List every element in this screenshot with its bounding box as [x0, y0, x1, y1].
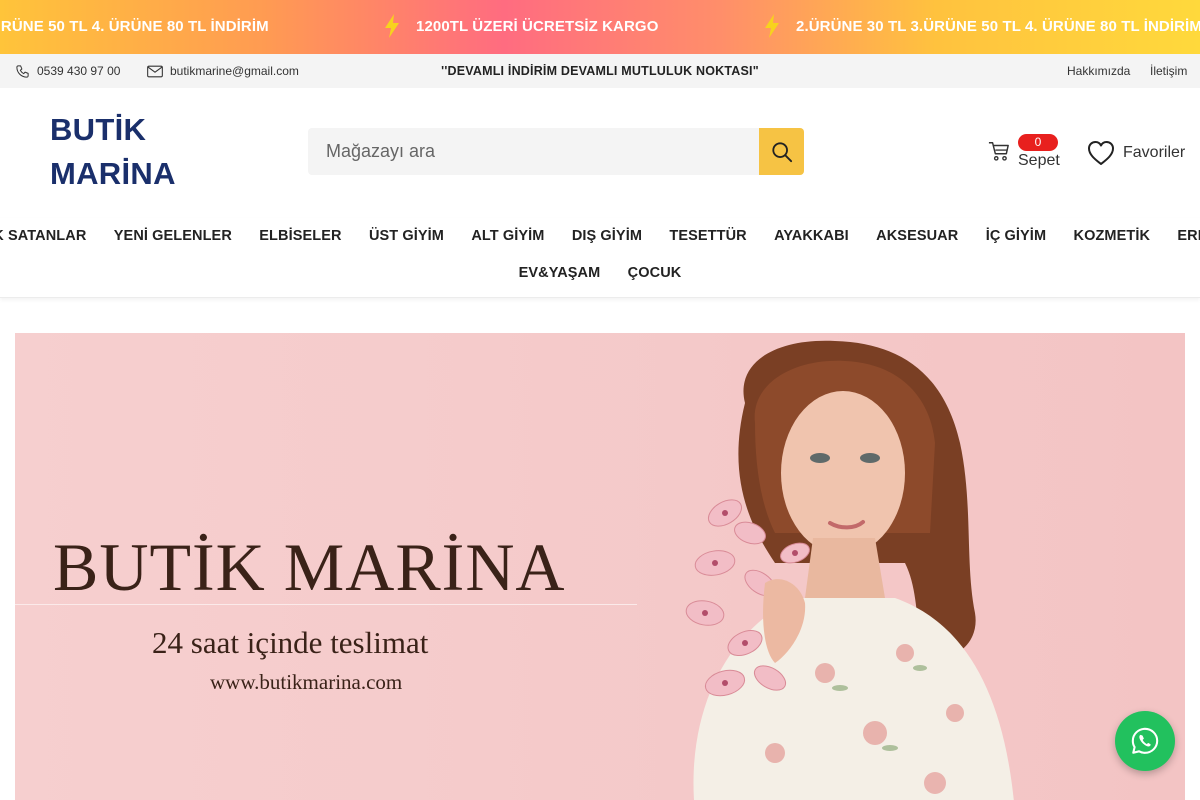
nav-item-yeni-gelenler[interactable]: YENİ GELENLER: [114, 228, 232, 244]
nav-item-ust-giyim[interactable]: ÜST GİYİM: [369, 228, 444, 244]
contact-link[interactable]: İletişim: [1150, 54, 1187, 88]
logo[interactable]: BUTİK MARİNA: [50, 108, 230, 196]
announcement-bar: ÜRÜNE 50 TL 4. ÜRÜNE 80 TL İNDİRİM 1200T…: [0, 0, 1200, 54]
nav-item-ayakkabi[interactable]: AYAKKABI: [774, 228, 849, 244]
announcement-text: 2.ÜRÜNE 30 TL 3.ÜRÜNE 50 TL 4. ÜRÜNE 80 …: [796, 18, 1200, 35]
nav-item-elbiseler[interactable]: ELBİSELER: [259, 228, 341, 244]
phone-number: 0539 430 97 00: [37, 64, 121, 78]
about-link[interactable]: Hakkımızda: [1067, 54, 1130, 88]
cart-icon: [988, 142, 1009, 161]
email-address: butikmarine@gmail.com: [170, 64, 299, 78]
phone-link[interactable]: 0539 430 97 00: [15, 54, 120, 88]
model-photo: [685, 340, 1014, 800]
lightning-bolt-icon: [385, 14, 399, 38]
search-icon: [771, 141, 792, 162]
hero-banner[interactable]: BUTİK MARİNA 24 saat içinde teslimat www…: [15, 333, 1185, 800]
logo-line-2: MARİNA: [50, 156, 176, 191]
nav-item-kozmetik[interactable]: KOZMETİK: [1074, 228, 1151, 244]
announcement-text: ÜRÜNE 50 TL 4. ÜRÜNE 80 TL İNDİRİM: [0, 18, 269, 35]
main-navigation: ÇOK SATANLAR YENİ GELENLER ELBİSELER ÜST…: [0, 218, 1200, 298]
hero-title: BUTİK MARİNA: [53, 529, 566, 605]
hero-url: www.butikmarina.com: [210, 670, 403, 694]
lightning-bolt-icon: [765, 14, 779, 38]
favorites-button[interactable]: Favoriler: [1087, 138, 1185, 168]
nav-item-tesettur[interactable]: TESETTÜR: [669, 228, 746, 244]
nav-row-2: EV&YAŞAM ÇOCUK: [0, 265, 1200, 281]
nav-item-erkek[interactable]: ERKEK: [1177, 228, 1200, 244]
whatsapp-icon: [1131, 727, 1159, 754]
search-input[interactable]: [308, 128, 759, 175]
nav-item-ic-giyim[interactable]: İÇ GİYİM: [986, 228, 1046, 244]
mail-icon: [147, 65, 163, 77]
hero-subtitle: 24 saat içinde teslimat: [152, 625, 429, 660]
nav-item-dis-giyim[interactable]: DIŞ GİYİM: [572, 228, 642, 244]
logo-line-1: BUTİK: [50, 112, 147, 147]
search-button[interactable]: [759, 128, 804, 175]
nav-item-alt-giyim[interactable]: ALT GİYİM: [471, 228, 544, 244]
phone-icon: [16, 64, 29, 78]
nav-item-cok-satanlar[interactable]: ÇOK SATANLAR: [0, 228, 86, 244]
slogan-text: ''DEVAMLI İNDİRİM DEVAMLI MUTLULUK NOKTA…: [441, 64, 759, 78]
heart-icon: [1088, 141, 1114, 165]
hero-divider: [15, 604, 637, 605]
favorites-label: Favoriler: [1123, 144, 1186, 161]
nav-item-aksesuar[interactable]: AKSESUAR: [876, 228, 958, 244]
nav-row-1: ÇOK SATANLAR YENİ GELENLER ELBİSELER ÜST…: [0, 228, 1200, 244]
announcement-track: ÜRÜNE 50 TL 4. ÜRÜNE 80 TL İNDİRİM 1200T…: [0, 0, 1200, 54]
whatsapp-button[interactable]: [1115, 711, 1175, 771]
email-link[interactable]: butikmarine@gmail.com: [147, 54, 299, 88]
cart-label: Sepet: [1018, 152, 1060, 169]
cart-button[interactable]: 0 Sepet: [988, 132, 1063, 172]
cart-count-badge: 0: [1018, 134, 1058, 151]
search-bar: [308, 128, 804, 175]
announcement-text: 1200TL ÜZERİ ÜCRETSİZ KARGO: [416, 18, 659, 35]
nav-item-ev-yasam[interactable]: EV&YAŞAM: [519, 265, 601, 281]
nav-item-cocuk[interactable]: ÇOCUK: [628, 265, 682, 281]
info-bar: ''DEVAMLI İNDİRİM DEVAMLI MUTLULUK NOKTA…: [0, 54, 1200, 88]
